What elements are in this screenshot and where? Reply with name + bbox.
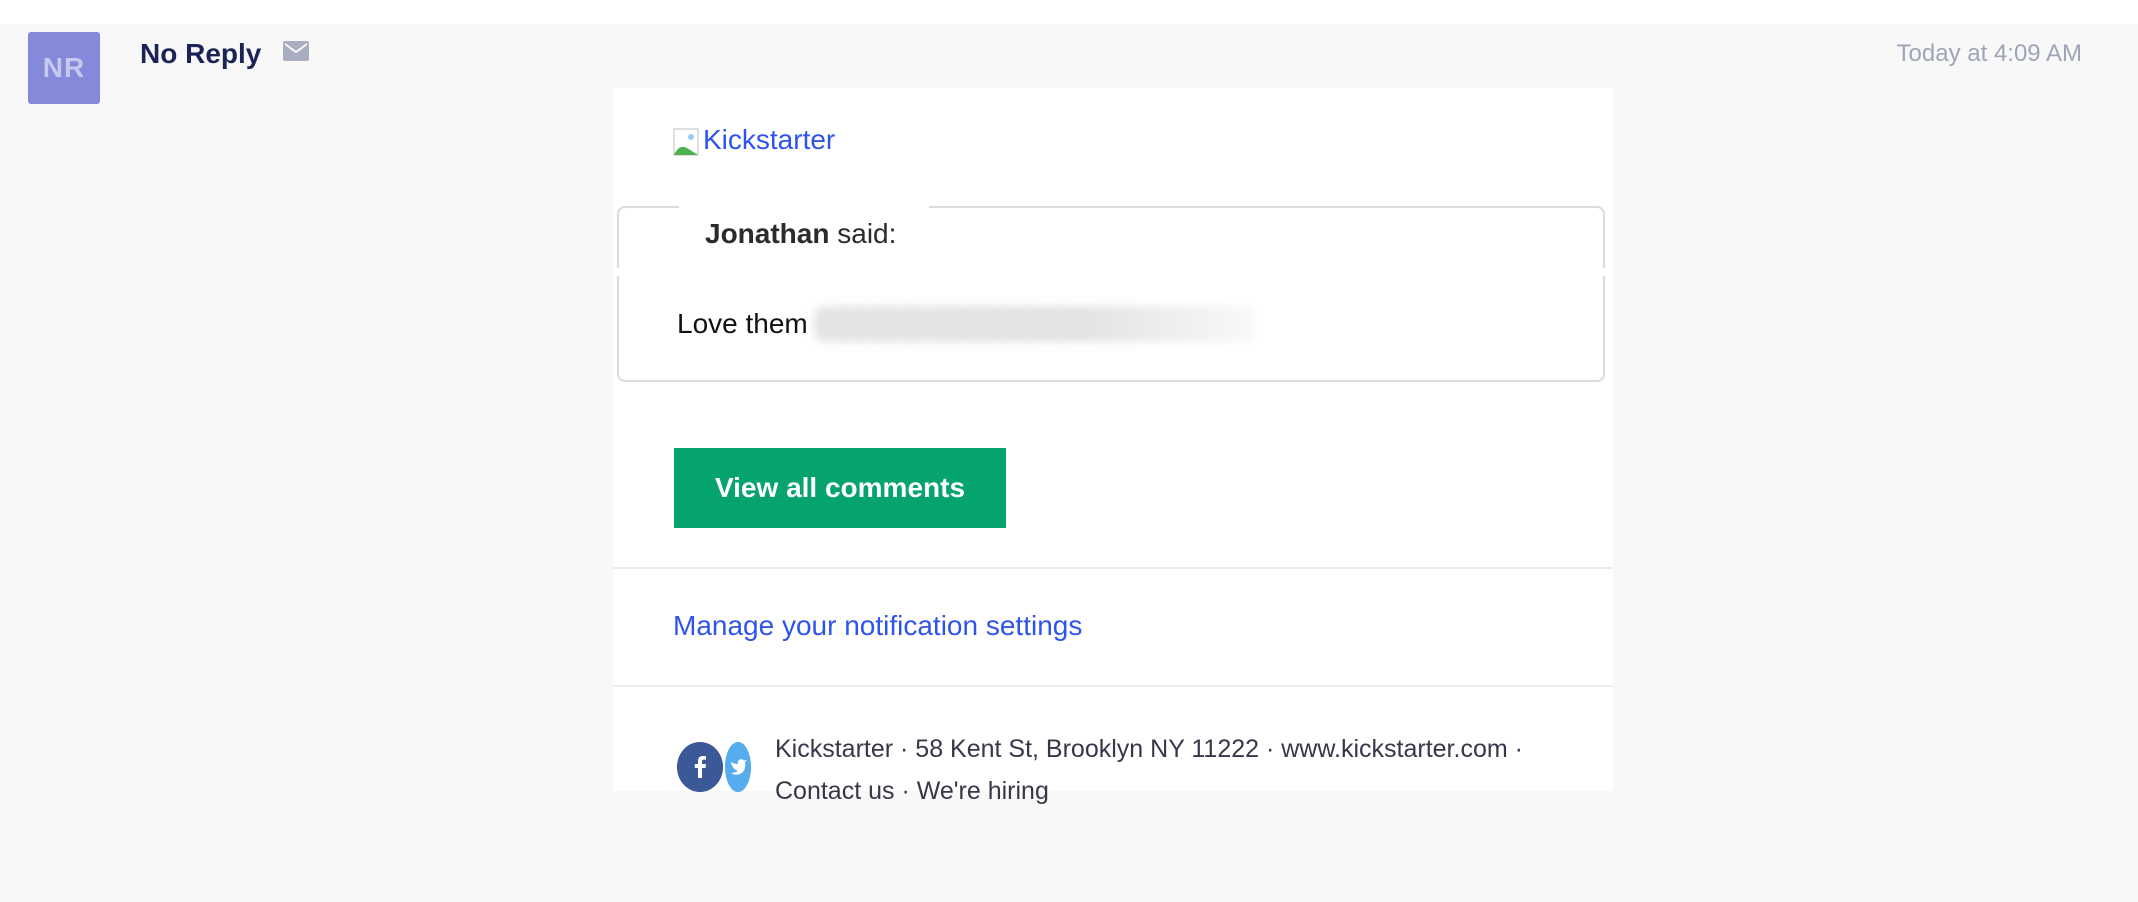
footer-links-line[interactable]: Contact us · We're hiring: [775, 770, 1575, 812]
divider: [613, 567, 1613, 569]
email-viewer: NR No Reply Today at 4:09 AM Kickstarter…: [0, 24, 2138, 902]
comment-box: Jonathan said: Love them: [617, 204, 1609, 382]
footer-text: Kickstarter · 58 Kent St, Brooklyn NY 11…: [775, 728, 1575, 812]
view-all-comments-button[interactable]: View all comments: [674, 448, 1006, 528]
comment-text-redacted: [813, 306, 1254, 342]
facebook-icon[interactable]: [677, 742, 723, 792]
manage-notification-settings-link[interactable]: Manage your notification settings: [673, 610, 1082, 642]
divider: [613, 685, 1613, 687]
email-body: Kickstarter Jonathan said: Love them Vie…: [613, 88, 1613, 805]
comment-said-label: said:: [829, 218, 897, 249]
kickstarter-logo-link[interactable]: Kickstarter: [673, 124, 835, 156]
envelope-icon: [283, 41, 309, 61]
sender-name: No Reply: [140, 38, 262, 69]
footer-address-line: Kickstarter · 58 Kent St, Brooklyn NY 11…: [775, 735, 1523, 763]
comment-author-line: Jonathan said:: [705, 218, 896, 250]
comment-text-visible: Love them: [677, 308, 808, 339]
comment-text: Love them: [677, 306, 1254, 342]
comment-author: Jonathan: [705, 218, 830, 249]
twitter-icon[interactable]: [725, 742, 751, 792]
comment-divider: [617, 268, 1609, 276]
logo-alt-text: Kickstarter: [703, 124, 836, 155]
avatar: NR: [28, 32, 100, 104]
email-timestamp: Today at 4:09 AM: [1896, 40, 2082, 67]
broken-image-icon: [673, 128, 699, 156]
